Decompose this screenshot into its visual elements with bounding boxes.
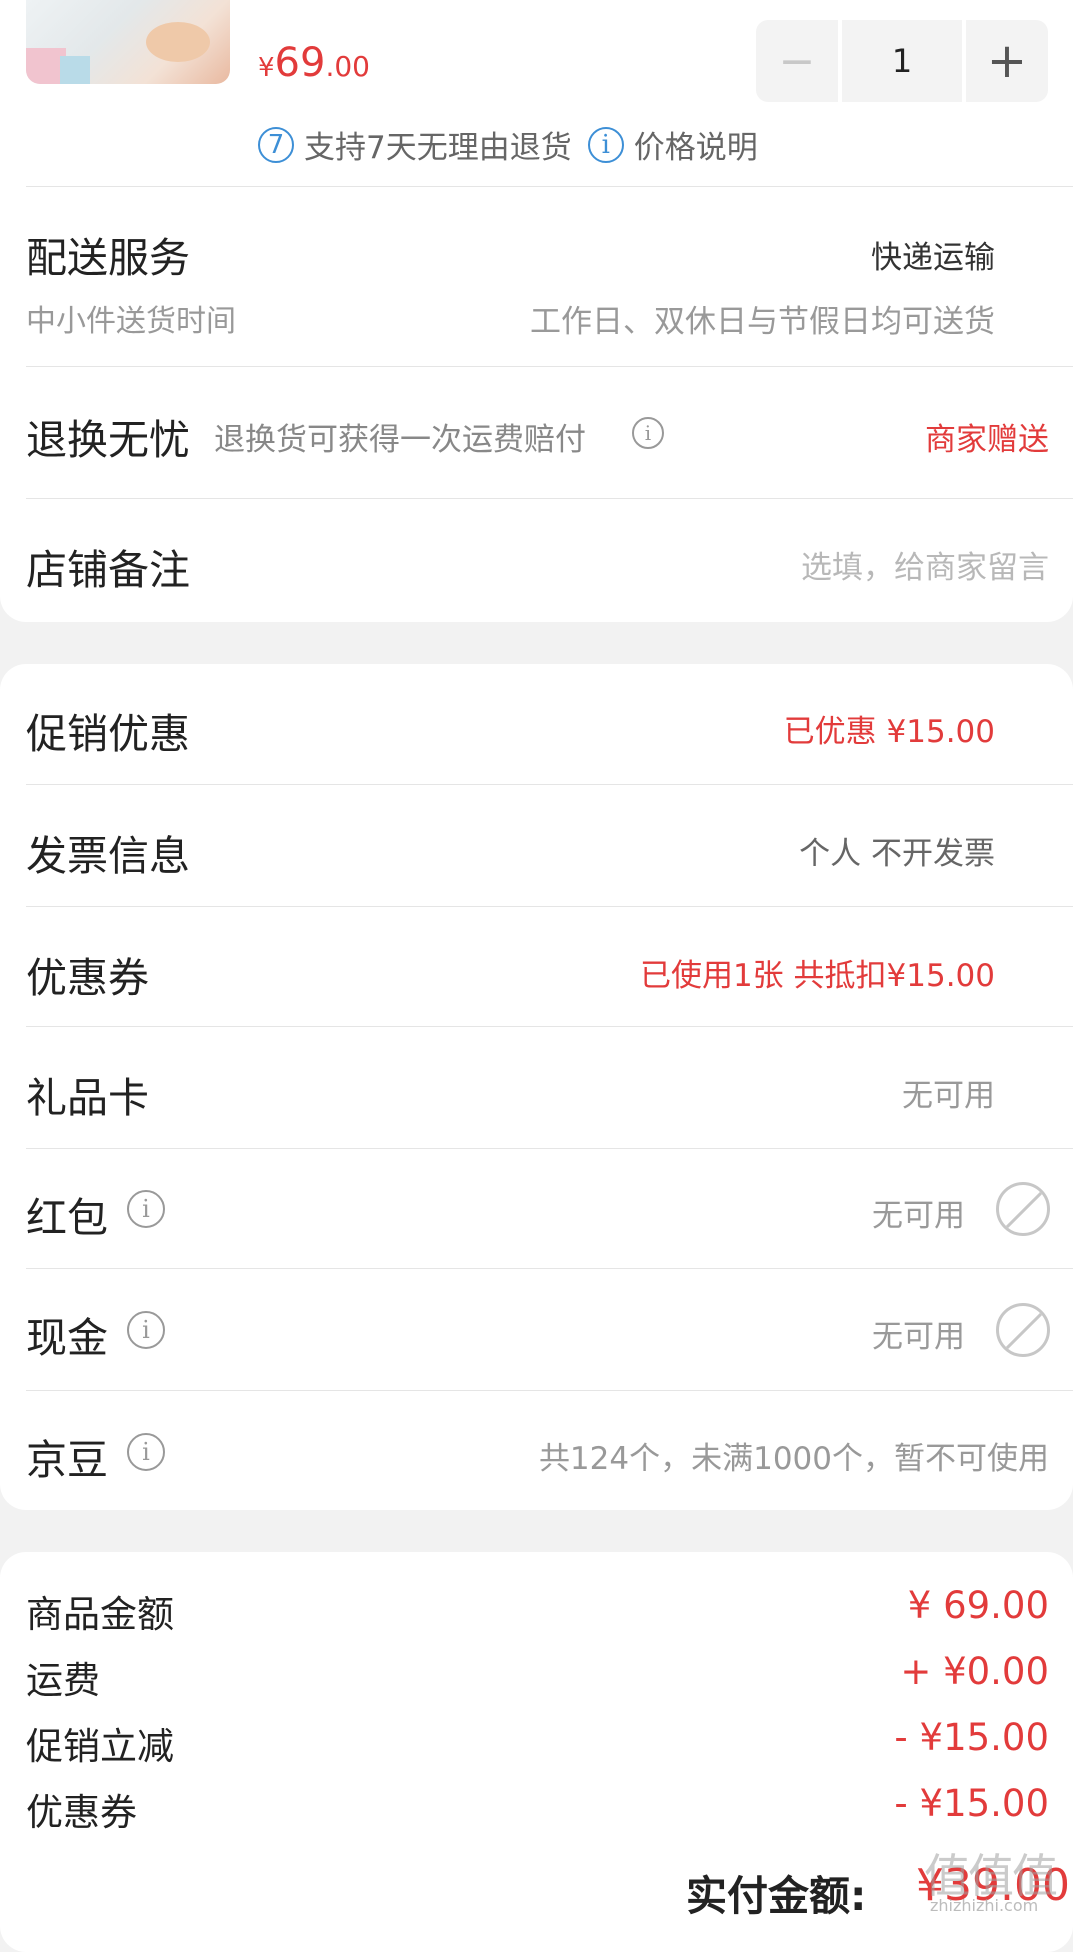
gift-card-label: 礼品卡: [26, 1074, 149, 1122]
invoice-value[interactable]: 个人 不开发票: [799, 828, 995, 873]
return-info-icon[interactable]: i: [632, 417, 664, 449]
divider: [26, 1268, 1073, 1269]
quantity-decrease-button[interactable]: −: [756, 20, 838, 102]
coupon-reduction-value: - ¥15.00: [894, 1782, 1049, 1825]
invoice-label: 发票信息: [26, 832, 190, 880]
shipping-label: 运费: [26, 1659, 100, 1702]
price-decimal: .00: [325, 50, 370, 83]
red-packet-info-icon[interactable]: i: [127, 1190, 165, 1228]
divider: [26, 1026, 1073, 1027]
red-packet-label: 红包: [26, 1194, 108, 1242]
jingdou-info-icon[interactable]: i: [127, 1433, 165, 1471]
seven-day-return-icon: 7: [258, 126, 294, 163]
divider: [26, 906, 1073, 907]
quantity-input[interactable]: 1: [842, 20, 962, 102]
seven-day-return-label[interactable]: 支持7天无理由退货: [304, 122, 572, 167]
jingdou-value: 共124个，未满1000个，暂不可使用: [538, 1441, 1049, 1477]
coupon-reduction-label: 优惠券: [26, 1791, 137, 1834]
divider: [26, 186, 1073, 187]
promo-reduction-value: - ¥15.00: [894, 1716, 1049, 1759]
coupon-value[interactable]: 已使用1张 共抵扣¥15.00: [640, 950, 995, 995]
promo-reduction-label: 促销立减: [26, 1725, 174, 1768]
thumbnail-decor: [60, 56, 90, 84]
gift-card-value[interactable]: 无可用: [902, 1070, 995, 1115]
divider: [26, 366, 1073, 367]
jingdou-label: 京豆: [26, 1436, 108, 1484]
total-label: 实付金额:: [686, 1872, 867, 1920]
unavailable-icon: [996, 1182, 1050, 1236]
price-explanation-link[interactable]: 价格说明: [634, 122, 758, 167]
quantity-increase-button[interactable]: +: [966, 20, 1048, 102]
divider: [26, 1148, 1073, 1149]
return-service-desc: 退换货可获得一次运费赔付: [214, 422, 586, 458]
service-tags: 7 支持7天无理由退货 i 价格说明: [258, 122, 758, 167]
return-service-value: 商家赠送: [925, 422, 1049, 458]
goods-amount-value: ¥ 69.00: [907, 1584, 1049, 1627]
price-currency: ¥: [258, 53, 275, 83]
delivery-time-label: 中小件送货时间: [26, 304, 236, 339]
promotion-value[interactable]: 已优惠 ¥15.00: [784, 706, 995, 751]
info-icon: i: [587, 126, 624, 163]
product-price: ¥69.00: [258, 40, 370, 86]
goods-amount-label: 商品金额: [26, 1593, 174, 1636]
shipping-value: + ¥0.00: [900, 1650, 1049, 1693]
divider: [26, 1390, 1073, 1391]
delivery-title: 配送服务: [26, 234, 190, 282]
cash-label: 现金: [26, 1314, 108, 1362]
product-thumbnail[interactable]: [26, 0, 230, 84]
coupon-label: 优惠券: [26, 954, 149, 1002]
quantity-stepper: − 1 +: [756, 20, 1050, 102]
delivery-time-value: 工作日、双休日与节假日均可送货: [530, 304, 995, 340]
divider: [26, 784, 1073, 785]
delivery-method[interactable]: 快递运输: [871, 232, 995, 277]
price-integer: 69: [274, 40, 326, 86]
store-note-title: 店铺备注: [26, 546, 190, 594]
red-packet-value: 无可用: [872, 1198, 965, 1234]
cash-value: 无可用: [872, 1319, 965, 1355]
promotion-label: 促销优惠: [26, 710, 190, 758]
store-note-input[interactable]: 选填，给商家留言: [801, 542, 1049, 587]
thumbnail-decor: [146, 22, 210, 62]
unavailable-icon: [996, 1303, 1050, 1357]
divider: [26, 498, 1073, 499]
return-service-title: 退换无忧: [26, 416, 190, 464]
watermark-url: zhizhizhi.com: [930, 1896, 1039, 1915]
cash-info-icon[interactable]: i: [127, 1311, 165, 1349]
